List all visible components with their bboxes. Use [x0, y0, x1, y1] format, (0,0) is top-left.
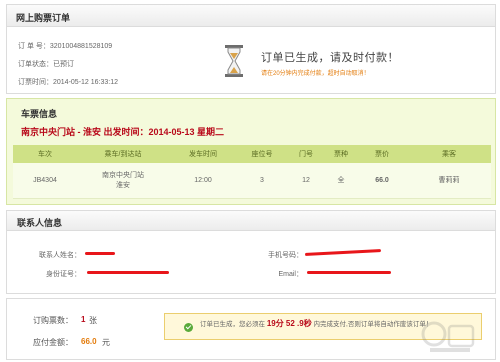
order-number: 订 单 号：3201004881528109	[18, 43, 113, 50]
notice-prefix: 订单已生成，您必须在	[200, 321, 265, 328]
redaction-mark	[87, 271, 169, 274]
redaction-mark	[304, 249, 382, 256]
col-seat: 座位号	[237, 145, 287, 163]
order-time: 订票时间：2014-05-12 16:33:12	[18, 79, 118, 86]
redaction-mark	[85, 252, 115, 255]
col-station: 乘车/到达站	[77, 145, 169, 163]
ticket-price: 66.0	[357, 163, 407, 199]
notice-suffix: 内完成支付,否则订单将自动作废该订单！	[313, 321, 433, 328]
seat-number: 3	[237, 163, 287, 199]
phone-label: 手机号码：	[268, 252, 303, 259]
col-train: 车次	[13, 145, 77, 163]
ticket-table: 车次 乘车/到达站 发车时间 座位号 门号 票种 票价 乘客 JB4304 南京…	[13, 145, 491, 199]
train-number: JB4304	[13, 163, 77, 199]
to-station: 淮安	[116, 182, 130, 190]
col-time: 发车时间	[169, 145, 237, 163]
order-status-note: 请在20分钟内完成付款，超时自动取消！	[261, 71, 370, 77]
ticket-type: 全	[325, 163, 357, 199]
hourglass-icon	[225, 45, 243, 77]
col-gate: 门号	[287, 145, 325, 163]
ticket-count-unit: 张	[89, 316, 97, 325]
id-number-label: 身份证号：	[46, 271, 81, 278]
ticket-table-header: 车次 乘车/到达站 发车时间 座位号 门号 票种 票价 乘客	[13, 145, 491, 163]
order-status-title: 订单已生成，请及时付款！	[261, 52, 399, 64]
station-cell: 南京中央门站 淮安	[77, 163, 169, 199]
ticket-panel-title: 车票信息	[21, 109, 58, 119]
contact-name-label: 联系人姓名：	[39, 252, 81, 259]
redaction-mark	[307, 271, 391, 274]
table-row: JB4304 南京中央门站 淮安 12:00 3 12 全 66.0 曹莉莉	[13, 163, 491, 199]
col-price: 票价	[357, 145, 407, 163]
ticket-count-label: 订购票数：	[33, 316, 73, 325]
order-panel-title: 网上购票订单	[7, 5, 495, 27]
passenger-name: 曹莉莉	[407, 163, 491, 199]
contact-panel: 联系人信息 联系人姓名： 身份证号： 手机号码： Email：	[6, 210, 496, 294]
ticket-route: 南京中央门站 - 淮安 出发时间：2014-05-13 星期二	[21, 127, 225, 137]
ticket-panel: 车票信息 南京中央门站 - 淮安 出发时间：2014-05-13 星期二 车次 …	[6, 98, 496, 205]
watermark-logo	[421, 321, 475, 352]
col-type: 票种	[325, 145, 357, 163]
order-status: 订单状态：已预订	[18, 61, 74, 68]
countdown-timer: 19分 52 .9秒	[266, 319, 312, 328]
ticket-count: 1	[81, 315, 86, 324]
check-circle-icon	[184, 323, 193, 332]
amount-due: 66.0	[81, 337, 97, 346]
gate-number: 12	[287, 163, 325, 199]
email-label: Email：	[278, 271, 303, 278]
order-panel: 网上购票订单 订 单 号：3201004881528109 订单状态：已预订 订…	[6, 4, 496, 94]
col-passenger: 乘客	[407, 145, 491, 163]
amount-unit: 元	[102, 338, 110, 347]
from-station: 南京中央门站	[102, 172, 144, 180]
departure-time: 12:00	[169, 163, 237, 199]
amount-label: 应付金额：	[33, 338, 73, 347]
contact-panel-title: 联系人信息	[7, 211, 495, 231]
